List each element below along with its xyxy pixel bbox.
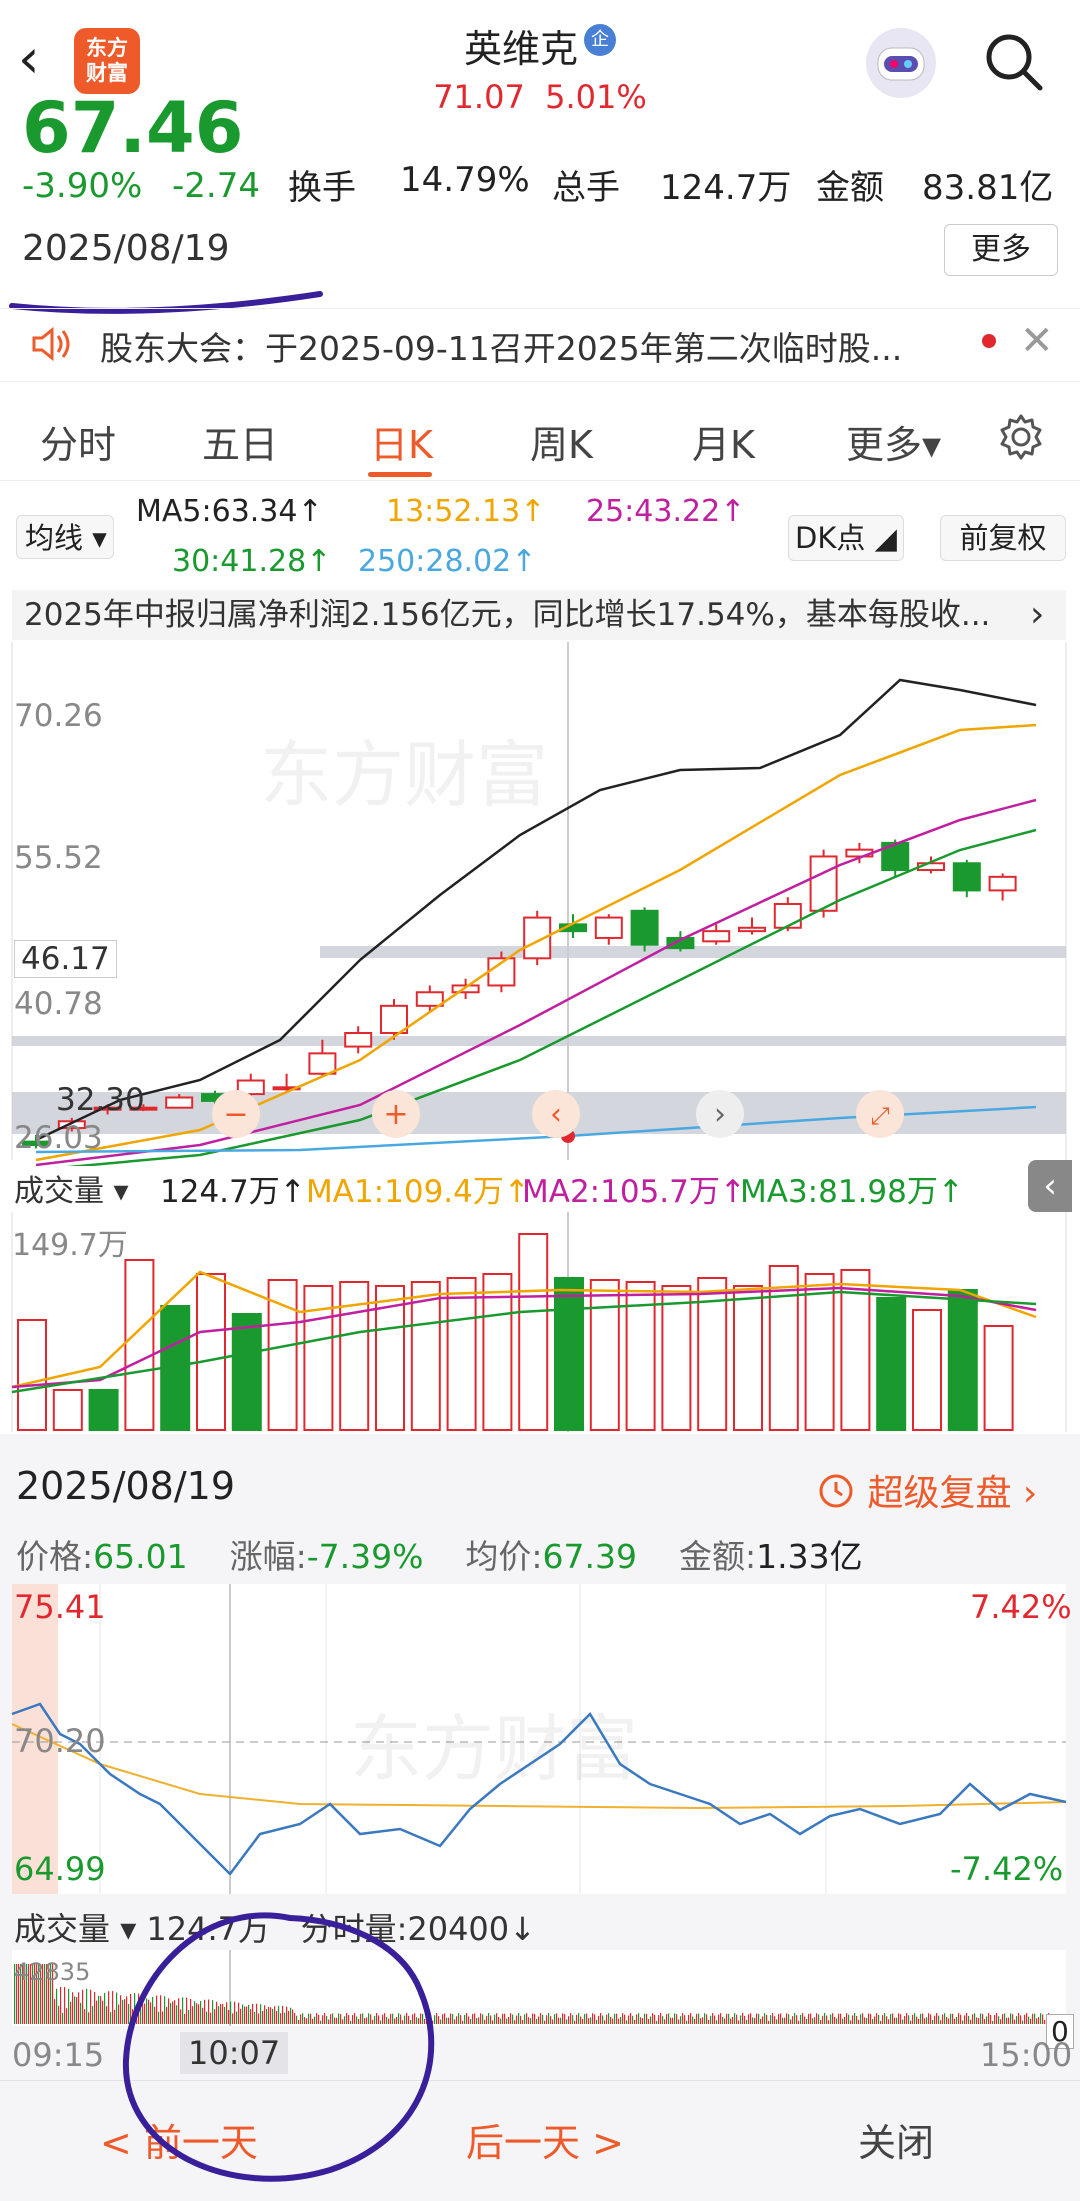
ma250-value: 250:28.02↑ (358, 544, 537, 579)
low-price-label: 32.30 (56, 1082, 145, 1118)
avg-value: 67.39 (542, 1537, 638, 1576)
vol-ma3: MA3:81.98万↑ (740, 1174, 964, 1210)
close-button[interactable]: 关闭 (858, 2112, 934, 2167)
price-line-label: 46.17 (14, 940, 117, 978)
svg-text:‹: ‹ (550, 1097, 562, 1132)
clock-icon (819, 1474, 853, 1508)
active-tab-indicator (368, 472, 432, 477)
tab-monthly-k[interactable]: 月K (692, 414, 755, 469)
replay-button[interactable]: 超级复盘 › (816, 1464, 1037, 1516)
tab-daily-k[interactable]: 日K (370, 414, 433, 469)
change-amount: -2.74 (172, 166, 260, 206)
ma5-value: MA5:63.34↑ (136, 494, 323, 529)
volume-value: 124.7万 (660, 168, 792, 208)
intraday-max-pct: 7.42% (970, 1588, 1072, 1626)
change-label: 涨幅: (229, 1537, 307, 1576)
intraday-date: 2025/08/19 (16, 1464, 236, 1508)
svg-text:⤢: ⤢ (870, 1102, 889, 1130)
amount-label: 金额: (679, 1537, 757, 1576)
dk-point-button[interactable]: DK点 ◢ (788, 515, 904, 561)
collapse-icon[interactable]: ‹ (1028, 1160, 1072, 1212)
more-button[interactable]: 更多 (944, 224, 1058, 276)
svg-text:›: › (714, 1097, 726, 1132)
tab-more[interactable]: 更多▾ (846, 414, 941, 469)
volume-max-label: 149.7万 (12, 1228, 128, 1263)
quote-date: 2025/08/19 (22, 228, 230, 269)
intraday-info: 价格:65.01 涨幅:-7.39% 均价:67.39 金额:1.33亿 (16, 1530, 863, 1578)
ma25-value: 25:43.22↑ (586, 494, 746, 529)
ma-selector[interactable]: 均线 ▾ (16, 515, 114, 559)
change-value: -7.39% (306, 1537, 424, 1576)
svg-text:+: + (383, 1097, 408, 1132)
time-cursor: 10:07 (180, 2032, 289, 2074)
dk-label: DK点 (795, 521, 866, 555)
header-change-pct: 5.01% (545, 78, 647, 116)
vol-ma1: MA1:109.4万↑ (306, 1174, 530, 1210)
intraday-vol-max: 42835 (14, 1958, 91, 1986)
volume-label: 总手 (552, 168, 620, 208)
stock-name: 英维克 (463, 27, 578, 71)
intraday-max: 75.41 (14, 1588, 106, 1626)
tab-intraday[interactable]: 分时 (40, 414, 116, 469)
turnover-label: 换手 (288, 168, 356, 208)
vol-ma2: MA2:105.7万↑ (522, 1174, 746, 1210)
minute-volume: 分时量:20400↓ (300, 1910, 536, 1948)
volume-chart[interactable] (0, 1212, 1080, 1434)
unread-dot (982, 334, 996, 348)
next-day-button[interactable]: 后一天 > (466, 2112, 624, 2167)
svg-text:−: − (223, 1097, 248, 1132)
adjust-mode-button[interactable]: 前复权 (940, 515, 1066, 561)
gear-icon[interactable] (996, 412, 1046, 462)
intraday-volume-row: 成交量 ▾ 124.7万 分时量:20400↓ (14, 1910, 536, 1948)
turnover-value: 14.79% (400, 160, 530, 200)
close-icon[interactable]: ✕ (1020, 318, 1054, 364)
replay-label: 超级复盘 (867, 1473, 1012, 1514)
ma30-value: 30:41.28↑ (172, 544, 332, 579)
search-icon[interactable] (982, 30, 1046, 94)
amount-value: 1.33亿 (756, 1537, 863, 1576)
avg-label: 均价: (465, 1537, 543, 1576)
tab-five-day[interactable]: 五日 (202, 414, 278, 469)
svg-text:东方财富: 东方财富 (260, 733, 548, 817)
ma-selector-label: 均线 (25, 521, 84, 555)
intraday-min: 64.99 (14, 1850, 106, 1888)
ma13-value: 13:52.13↑ (386, 494, 546, 529)
change-pct: -3.90% (22, 166, 143, 206)
notice-text[interactable]: 股东大会：于2025-09-11召开2025年第二次临时股... (100, 322, 970, 370)
speaker-icon (28, 322, 78, 366)
time-start: 09:15 (12, 2036, 105, 2074)
chevron-right-icon[interactable]: › (1030, 590, 1044, 640)
current-price: 67.46 (22, 98, 244, 158)
intraday-vol-value: 124.7万 (146, 1910, 271, 1948)
prev-day-button[interactable]: < 前一天 (100, 2112, 258, 2167)
price-label: 价格: (16, 1537, 94, 1576)
y-axis-label: 55.52 (14, 840, 103, 876)
robot-avatar-icon[interactable] (866, 28, 936, 98)
intraday-min-pct: -7.42% (950, 1850, 1064, 1888)
header-price-value: 71.07 (433, 78, 525, 116)
y-axis-label: 40.78 (14, 986, 103, 1022)
intraday-vol-selector[interactable]: 成交量 (14, 1910, 110, 1948)
price-value: 65.01 (93, 1537, 188, 1576)
amount-value: 83.81亿 (922, 168, 1054, 208)
y-axis-label: 26.03 (14, 1120, 103, 1156)
intraday-prev-close: 70.20 (14, 1722, 106, 1760)
enterprise-badge: 企 (584, 24, 616, 56)
tab-weekly-k[interactable]: 周K (530, 414, 593, 469)
time-end: 15:00 (980, 2036, 1073, 2074)
volume-value: 124.7万↑ (160, 1174, 306, 1210)
intraday-volume-chart[interactable] (0, 1950, 1080, 2028)
volume-indicator-selector[interactable]: 成交量 ▾ (14, 1166, 129, 1210)
earnings-banner[interactable]: 2025年中报归属净利润2.156亿元，同比增长17.54%，基本每股收... (12, 590, 1066, 640)
volume-indicator-label: 成交量 (14, 1174, 104, 1209)
y-axis-label: 70.26 (14, 698, 103, 734)
amount-label: 金额 (816, 168, 884, 208)
kline-chart[interactable]: 东方财富 − + ‹ › ⤢ (0, 640, 1080, 1166)
intraday-chart[interactable]: 东方财富 (0, 1584, 1080, 1900)
